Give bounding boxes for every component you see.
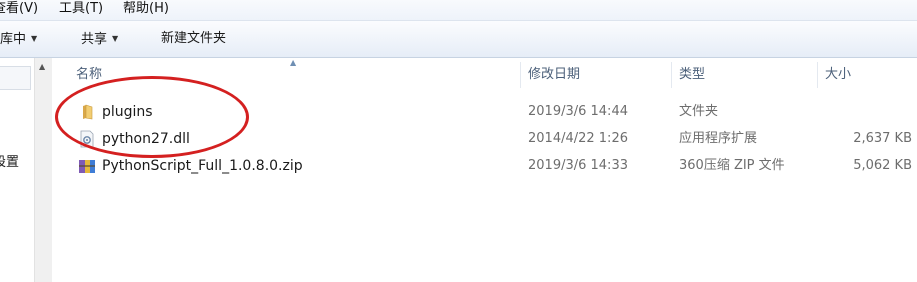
nav-item-label[interactable]: 設置 — [0, 151, 19, 170]
column-divider[interactable] — [520, 62, 521, 88]
folder-icon — [83, 104, 93, 120]
file-date: 2019/3/6 14:33 — [528, 158, 628, 173]
column-header-date[interactable]: 修改日期 — [528, 64, 580, 86]
file-size: 5,062 KB — [853, 158, 912, 173]
file-list: ▲ 名称 修改日期 类型 大小 plugins 2019/3/6 14:44 文… — [52, 58, 917, 282]
menu-tools[interactable]: 工具(T) — [59, 0, 103, 18]
menu-view[interactable]: 查看(V) — [0, 0, 38, 18]
column-header-name[interactable]: 名称 — [76, 64, 102, 86]
sort-ascending-icon: ▲ — [290, 58, 297, 67]
include-in-library-label: 库中 — [0, 32, 27, 47]
scroll-up-arrow-icon[interactable]: ▲ — [39, 62, 45, 71]
share-label: 共享 — [81, 32, 108, 47]
file-type: 360压缩 ZIP 文件 — [679, 158, 785, 173]
zip-archive-icon — [79, 160, 95, 173]
file-name: python27.dll — [102, 131, 190, 147]
nav-scrollbar[interactable]: ▲ — [34, 58, 52, 282]
column-divider[interactable] — [671, 62, 672, 88]
file-type: 应用程序扩展 — [679, 131, 758, 146]
file-type: 文件夹 — [679, 104, 719, 119]
nav-selected-item[interactable] — [0, 66, 31, 90]
file-row[interactable]: plugins 2019/3/6 14:44 文件夹 — [52, 100, 917, 124]
menu-help[interactable]: 帮助(H) — [123, 0, 169, 18]
navigation-pane: 設置 — [0, 58, 35, 282]
file-name: PythonScript_Full_1.0.8.0.zip — [102, 158, 303, 174]
dll-file-icon — [80, 130, 94, 148]
file-row[interactable]: python27.dll 2014/4/22 1:26 应用程序扩展 2,637… — [52, 127, 917, 151]
column-divider[interactable] — [817, 62, 818, 88]
column-header-size[interactable]: 大小 — [825, 64, 851, 86]
dropdown-arrow-icon: ▼ — [31, 34, 38, 43]
menu-bar: 查看(V) 工具(T) 帮助(H) — [0, 0, 917, 21]
new-folder-button[interactable]: 新建文件夹 — [161, 29, 226, 49]
column-header-type[interactable]: 类型 — [679, 64, 705, 86]
dropdown-arrow-icon: ▼ — [112, 34, 119, 43]
include-in-library-button[interactable]: 库中 ▼ — [0, 29, 37, 50]
file-size: 2,637 KB — [853, 131, 912, 146]
file-date: 2014/4/22 1:26 — [528, 131, 628, 146]
file-name: plugins — [102, 104, 153, 120]
command-toolbar: 库中 ▼ 共享 ▼ 新建文件夹 — [0, 21, 917, 58]
file-row[interactable]: PythonScript_Full_1.0.8.0.zip 2019/3/6 1… — [52, 154, 917, 178]
share-button[interactable]: 共享 ▼ — [81, 29, 118, 50]
file-date: 2019/3/6 14:44 — [528, 104, 628, 119]
